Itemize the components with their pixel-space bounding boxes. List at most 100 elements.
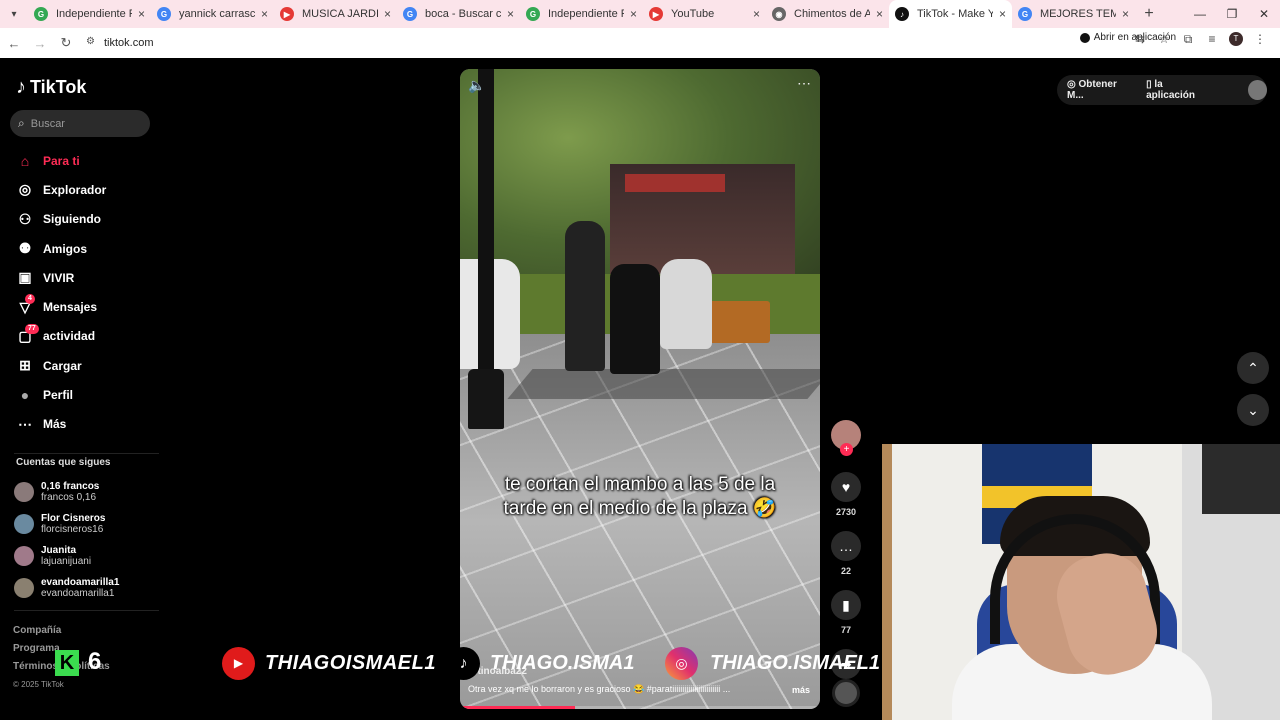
tab-close-icon[interactable]: × <box>630 7 637 21</box>
sidebar-item-label: Mensajes <box>43 300 98 315</box>
creator-avatar[interactable]: + <box>831 420 861 456</box>
get-coins-button[interactable]: ◎ Obtener M... <box>1067 79 1132 101</box>
browser-tab[interactable]: ▶ MUSICA JARDIN - Yo × <box>274 0 397 28</box>
browser-menu-icon[interactable]: ⋮ <box>1248 32 1272 47</box>
profile-avatar[interactable]: T <box>1229 32 1243 46</box>
tab-title: MEJORES TEMAS 201 <box>1040 8 1116 20</box>
account-username: francos 0,16 <box>41 492 97 503</box>
tiktok-page: ♪ TikTok ⌕ ⌂ Para ti ◎ Explorador ⚇ Siguiendo… <box>0 58 1280 720</box>
tab-search-icon[interactable]: ▾ <box>0 0 28 28</box>
search-box[interactable]: ⌕ <box>10 110 150 137</box>
tab-close-icon[interactable]: × <box>384 7 391 21</box>
comment-icon: … <box>839 538 853 554</box>
video-player[interactable]: 🔈 ⋯ te cortan el mambo a las 5 de la tar… <box>460 69 820 709</box>
forward-button[interactable]: → <box>28 36 52 51</box>
sidebar-item-label: Para ti <box>43 153 80 168</box>
tab-close-icon[interactable]: × <box>753 7 760 21</box>
browser-tab[interactable]: Gboca - Buscar con Go × <box>397 0 520 28</box>
video-progress-fill <box>460 706 576 709</box>
sidebar-item-7[interactable]: ⊞ Cargar <box>0 351 160 380</box>
compass-icon: ◎ <box>18 181 32 198</box>
volume-icon[interactable]: 🔈 <box>468 77 485 94</box>
tab-close-icon[interactable]: × <box>1122 7 1129 21</box>
video-lamp-pole <box>478 69 494 399</box>
tab-close-icon[interactable]: × <box>261 7 268 21</box>
account-name: Flor Cisneros <box>41 513 106 524</box>
followed-account[interactable]: 0,16 francos francos 0,16 <box>14 476 164 508</box>
address-bar-row: ← → ↻ ⚙ tiktok.com Abrir en aplicación ⇆… <box>0 28 1280 58</box>
video-progress-bar[interactable] <box>460 706 820 709</box>
sidebar-item-1[interactable]: ◎ Explorador <box>0 175 160 204</box>
tiktok-icon <box>1079 32 1090 43</box>
get-app-button[interactable]: ▯ la aplicación <box>1146 79 1210 101</box>
followed-account[interactable]: Flor Cisneros florcisneros16 <box>14 508 164 540</box>
logo-text: TikTok <box>30 77 87 97</box>
sidebar-item-9[interactable]: ⋯ Más <box>0 410 160 439</box>
restore-button[interactable]: ❐ <box>1216 0 1248 28</box>
tab-title: boca - Buscar con Go <box>425 8 501 20</box>
avatar <box>14 482 34 502</box>
reload-button[interactable]: ↻ <box>54 35 78 51</box>
footer-link-company[interactable]: Compañía <box>13 622 110 640</box>
bookmark-star-icon[interactable]: ☆ <box>1152 32 1176 47</box>
video-person-seated <box>610 264 660 374</box>
sidebar-item-0[interactable]: ⌂ Para ti <box>0 146 160 175</box>
omnibox[interactable]: ⚙ tiktok.com <box>80 31 1210 55</box>
browser-tab[interactable]: ♪ TikTok - Make Your D × <box>889 0 1012 28</box>
save-button[interactable]: ▮ <box>831 590 861 620</box>
streamer-social-overlay: K 6 ▶ THIAGOISMAEL1 ♪ THIAGO.ISMA1 ◎ THI… <box>0 642 880 684</box>
minimize-button[interactable]: — <box>1184 0 1216 28</box>
tab-title: Independiente Rivad <box>548 8 624 20</box>
browser-tab-strip: ▾ GIndependiente Rivad×Gyannick carrasco… <box>0 0 1280 28</box>
new-tab-button[interactable]: + <box>1135 5 1163 23</box>
avatar <box>14 546 34 566</box>
sidebar-item-8[interactable]: ● Perfil <box>0 380 160 409</box>
tab-close-icon[interactable]: × <box>999 7 1006 21</box>
tab-close-icon[interactable]: × <box>876 7 883 21</box>
tab-close-icon[interactable]: × <box>507 7 514 21</box>
browser-tab[interactable]: ▶ YouTube × <box>643 0 766 28</box>
followed-account[interactable]: evandoamarilla1 evandoamarilla1 <box>14 572 164 604</box>
tiktok-logo[interactable]: ♪ TikTok <box>16 76 86 99</box>
following-list: 0,16 francos francos 0,16 Flor Cisneros flo… <box>14 476 164 604</box>
sidebar-item-3[interactable]: ⚉ Amigos <box>0 234 160 263</box>
close-window-button[interactable]: ✕ <box>1248 0 1280 28</box>
url-text[interactable]: tiktok.com <box>104 37 154 49</box>
comment-button[interactable]: … <box>831 531 861 561</box>
sidebar-item-4[interactable]: ▣ VIVIR <box>0 263 160 292</box>
media-icon[interactable]: ≡ <box>1200 32 1224 47</box>
notification-badge: 77 <box>25 323 39 334</box>
browser-tab[interactable]: G Independiente Rivad × <box>520 0 643 28</box>
following-heading: Cuentas que sigues <box>16 457 111 468</box>
search-input[interactable] <box>30 117 131 130</box>
extensions-icon[interactable]: ⧉ <box>1176 32 1200 47</box>
description-more-link[interactable]: más <box>792 685 810 695</box>
browser-tab[interactable]: G MEJORES TEMAS 201 × <box>1012 0 1135 28</box>
next-video-button[interactable]: ⌄ <box>1237 394 1269 426</box>
sidebar-item-label: Cargar <box>43 358 82 373</box>
instagram-handle: THIAGO.ISMAEL1 <box>710 652 881 674</box>
sidebar-item-6[interactable]: ▢ actividad 77 <box>0 322 160 351</box>
sidebar-item-2[interactable]: ⚇ Siguiendo <box>0 205 160 234</box>
back-button[interactable]: ← <box>2 36 26 51</box>
followed-account[interactable]: Juanita lajuanijuani <box>14 540 164 572</box>
more-options-icon[interactable]: ⋯ <box>797 75 812 92</box>
browser-tab[interactable]: ◉ Chimentos de Argent × <box>766 0 889 28</box>
tab-title: Independiente Rivad <box>56 8 132 20</box>
tab-close-icon[interactable]: × <box>138 7 145 21</box>
site-info-icon[interactable]: ⚙ <box>86 36 95 47</box>
sidebar-item-5[interactable]: ▽ Mensajes 4 <box>0 292 160 321</box>
browser-tab[interactable]: G Independiente Rivad × <box>28 0 151 28</box>
account-username: evandoamarilla1 <box>41 588 115 599</box>
follow-plus-icon[interactable]: + <box>840 443 853 456</box>
user-avatar[interactable] <box>1248 80 1267 100</box>
browser-tab[interactable]: Gyannick carrasco - Bu × <box>151 0 274 28</box>
wall-jersey <box>1202 444 1280 514</box>
previous-video-button[interactable]: ⌃ <box>1237 352 1269 384</box>
like-button[interactable]: ♥ <box>831 472 861 502</box>
video-shadow <box>507 369 820 399</box>
instagram-icon: ◎ <box>665 647 698 680</box>
translate-icon[interactable]: ⇆ <box>1128 32 1152 47</box>
video-person-seated <box>660 259 712 349</box>
sidebar-item-label: Siguiendo <box>43 212 101 227</box>
